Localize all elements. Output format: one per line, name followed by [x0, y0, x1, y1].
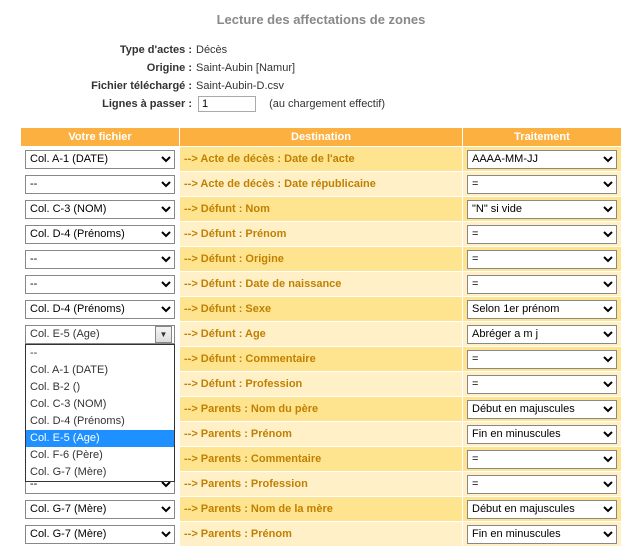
treatment-select[interactable]: Abréger a m j [467, 325, 617, 344]
table-row: Col. A-1 (DATE) --> Acte de décès : Date … [21, 147, 622, 172]
treatment-select[interactable]: Selon 1er prénom [467, 300, 617, 319]
file-column-select[interactable]: Col. A-1 (DATE) [25, 150, 175, 169]
destination-cell: --> Parents : Nom de la mère [180, 497, 463, 522]
meta-type-label: Type d'actes : [20, 41, 194, 59]
dropdown-option[interactable]: Col. C-3 (NOM) [26, 396, 174, 413]
treatment-select[interactable]: = [467, 275, 617, 294]
chevron-down-icon[interactable]: ▼ [155, 326, 172, 343]
treatment-select[interactable]: = [467, 225, 617, 244]
table-row: Col. E-5 (Age)▼--Col. A-1 (DATE)Col. B-2… [21, 322, 622, 347]
meta-block: Type d'actes : Décès Origine : Saint-Aub… [20, 41, 622, 113]
meta-lignes-label: Lignes à passer : [20, 95, 194, 113]
destination-cell: --> Défunt : Origine [180, 247, 463, 272]
file-column-select[interactable]: -- [25, 175, 175, 194]
table-row: Col. C-3 (NOM) --> Défunt : Nom"N" si vid… [21, 197, 622, 222]
treatment-select[interactable]: = [467, 350, 617, 369]
meta-origine-value: Saint-Aubin [Namur] [194, 59, 295, 77]
dropdown-panel[interactable]: --Col. A-1 (DATE)Col. B-2 ()Col. C-3 (NO… [25, 344, 175, 482]
table-row: Col. G-7 (Mère) --> Parents : Nom de la m… [21, 497, 622, 522]
table-row: -- --> Acte de décès : Date républicaine= [21, 172, 622, 197]
destination-cell: --> Défunt : Prénom [180, 222, 463, 247]
meta-fichier-value: Saint-Aubin-D.csv [194, 77, 284, 95]
treatment-select[interactable]: = [467, 375, 617, 394]
treatment-select[interactable]: Fin en minuscules [467, 425, 617, 444]
file-column-select[interactable]: -- [25, 275, 175, 294]
treatment-select[interactable]: = [467, 175, 617, 194]
header-dest: Destination [180, 128, 463, 147]
dropdown-option[interactable]: Col. D-4 (Prénoms) [26, 413, 174, 430]
destination-cell: --> Parents : Prénom [180, 522, 463, 547]
dropdown-option[interactable]: Col. G-7 (Mère) [26, 464, 174, 481]
dropdown-option[interactable]: -- [26, 345, 174, 362]
lines-to-skip-input[interactable] [198, 96, 256, 112]
destination-cell: --> Acte de décès : Date républicaine [180, 172, 463, 197]
page-title: Lecture des affectations de zones [20, 12, 622, 27]
treatment-select[interactable]: = [467, 250, 617, 269]
destination-cell: --> Défunt : Nom [180, 197, 463, 222]
table-row: -- --> Défunt : Origine= [21, 247, 622, 272]
treatment-select[interactable]: AAAA-MM-JJ [467, 150, 617, 169]
dropdown-option[interactable]: Col. A-1 (DATE) [26, 362, 174, 379]
dropdown-option[interactable]: Col. F-6 (Père) [26, 447, 174, 464]
dropdown-option[interactable]: Col. E-5 (Age) [26, 430, 174, 447]
table-row: Col. D-4 (Prénoms) --> Défunt : SexeSelon… [21, 297, 622, 322]
header-file: Votre fichier [21, 128, 180, 147]
destination-cell: --> Parents : Nom du père [180, 397, 463, 422]
dropdown-option[interactable]: Col. B-2 () [26, 379, 174, 396]
treatment-select[interactable]: = [467, 475, 617, 494]
destination-cell: --> Défunt : Commentaire [180, 347, 463, 372]
select-display-text: Col. E-5 (Age) [30, 328, 100, 340]
meta-fichier-label: Fichier téléchargé : [20, 77, 194, 95]
destination-cell: --> Parents : Commentaire [180, 447, 463, 472]
treatment-select[interactable]: Début en majuscules [467, 400, 617, 419]
treatment-select[interactable]: "N" si vide [467, 200, 617, 219]
destination-cell: --> Parents : Profession [180, 472, 463, 497]
destination-cell: --> Défunt : Sexe [180, 297, 463, 322]
meta-lignes-hint: (au chargement effectif) [269, 98, 385, 110]
meta-origine-label: Origine : [20, 59, 194, 77]
destination-cell: --> Défunt : Profession [180, 372, 463, 397]
file-column-select[interactable]: Col. G-7 (Mère) [25, 500, 175, 519]
treatment-select[interactable]: Début en majuscules [467, 500, 617, 519]
treatment-select[interactable]: = [467, 450, 617, 469]
file-column-select[interactable]: Col. C-3 (NOM) [25, 200, 175, 219]
table-row: Col. G-7 (Mère) --> Parents : PrénomFin e… [21, 522, 622, 547]
file-column-select[interactable]: -- [25, 250, 175, 269]
file-column-select[interactable]: Col. D-4 (Prénoms) [25, 300, 175, 319]
mapping-table: Votre fichier Destination Traitement Col… [20, 127, 622, 547]
meta-type-value: Décès [194, 41, 227, 59]
destination-cell: --> Défunt : Date de naissance [180, 272, 463, 297]
destination-cell: --> Parents : Prénom [180, 422, 463, 447]
table-row: -- --> Défunt : Date de naissance= [21, 272, 622, 297]
file-column-select[interactable]: Col. G-7 (Mère) [25, 525, 175, 544]
treatment-select[interactable]: Fin en minuscules [467, 525, 617, 544]
header-treat: Traitement [463, 128, 622, 147]
table-row: Col. D-4 (Prénoms) --> Défunt : Prénom= [21, 222, 622, 247]
destination-cell: --> Défunt : Age [180, 322, 463, 347]
file-column-select-open[interactable]: Col. E-5 (Age)▼--Col. A-1 (DATE)Col. B-2… [25, 325, 175, 344]
file-column-select[interactable]: Col. D-4 (Prénoms) [25, 225, 175, 244]
destination-cell: --> Acte de décès : Date de l'acte [180, 147, 463, 172]
